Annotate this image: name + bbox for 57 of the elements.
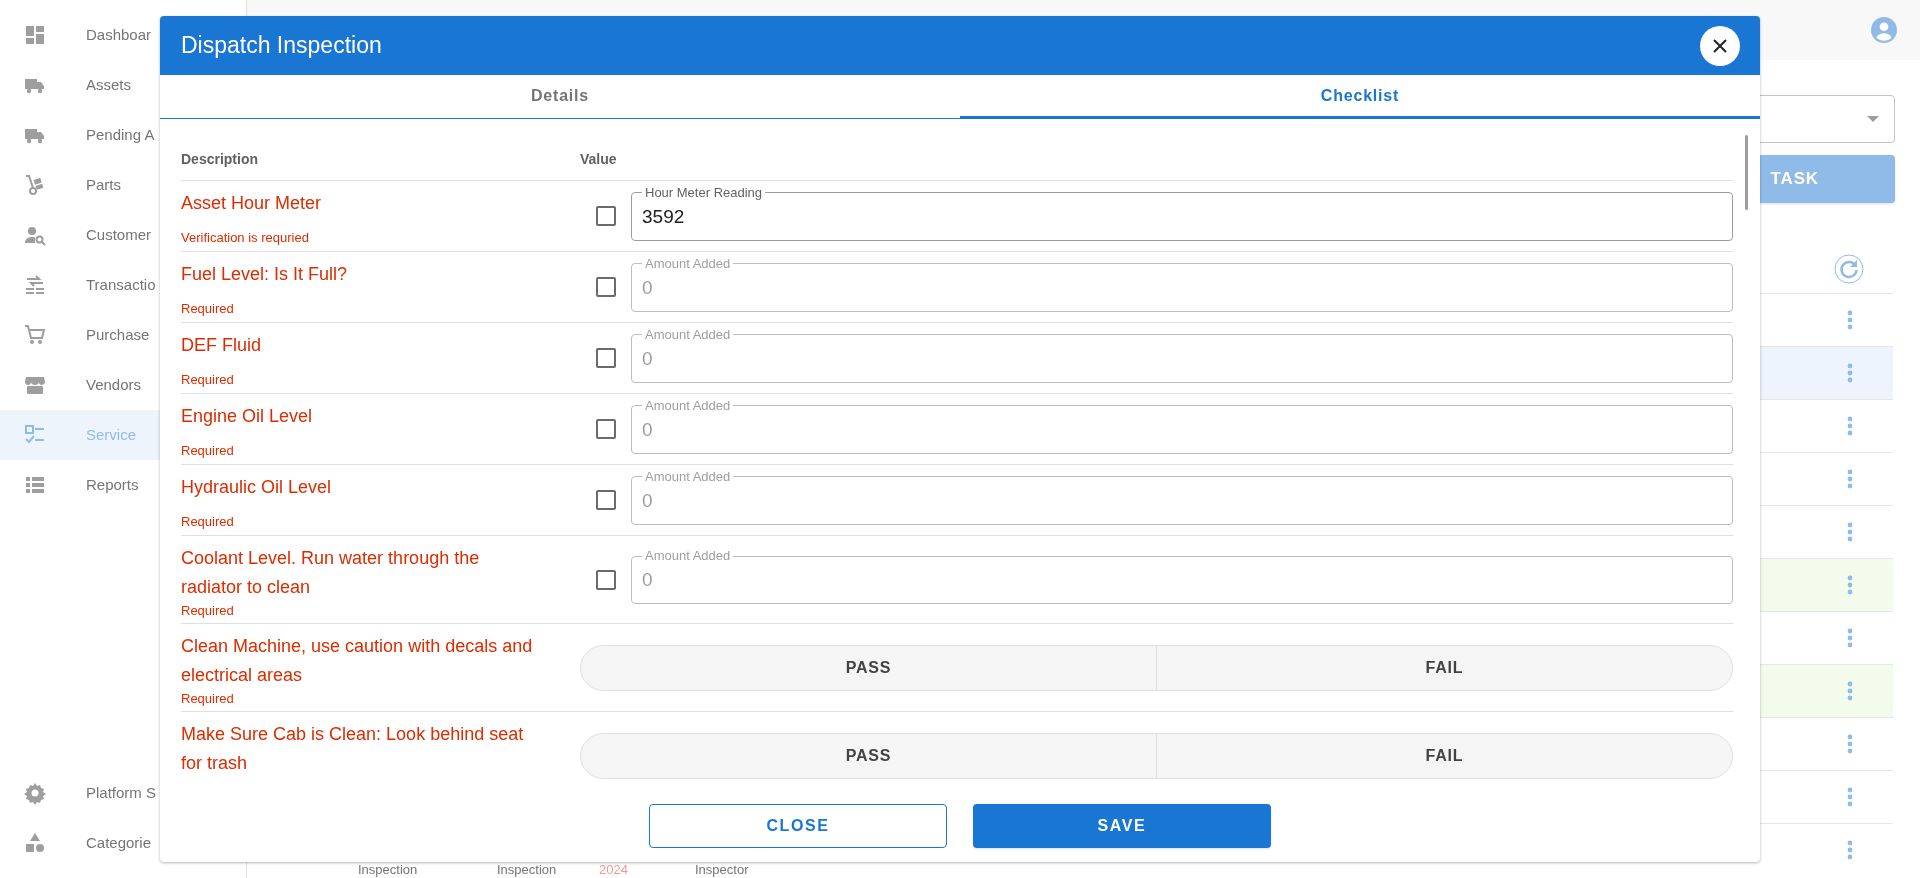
more-icon[interactable] — [1847, 416, 1853, 436]
checkbox[interactable] — [595, 277, 616, 297]
checkbox[interactable] — [595, 419, 616, 439]
table-cell: Inspection — [358, 863, 418, 877]
required-note: Required — [181, 442, 235, 460]
table-cell: Inspection — [497, 863, 557, 877]
close-button[interactable]: CLOSE — [649, 803, 947, 848]
checkbox[interactable] — [595, 348, 616, 368]
item-title: Coolant Level. Run water through the radiator to clean — [181, 547, 481, 599]
input-field[interactable]: Hour Meter Reading 3592 — [631, 185, 1733, 241]
required-note: Required — [181, 513, 235, 531]
close-button[interactable] — [1700, 25, 1740, 66]
sidebar-item[interactable]: Categorie — [0, 818, 246, 868]
item-title: Hydraulic Oil Level — [181, 476, 333, 499]
more-icon[interactable] — [1847, 628, 1853, 648]
gear-icon — [23, 781, 47, 805]
required-note: Verification is requried — [181, 229, 310, 247]
more-icon[interactable] — [1847, 363, 1853, 383]
more-icon[interactable] — [1847, 310, 1853, 330]
caret-icon — [1867, 116, 1879, 122]
shapes-icon — [23, 831, 47, 855]
more-icon[interactable] — [1847, 522, 1853, 542]
transfer-list-icon — [23, 273, 47, 297]
item-title: DEF Fluid — [181, 334, 262, 357]
required-note: Required — [181, 602, 235, 620]
scrollbar[interactable] — [1745, 135, 1748, 210]
required-note: Required — [181, 300, 235, 318]
more-icon[interactable] — [1847, 681, 1853, 701]
close-icon — [1713, 38, 1727, 53]
toggle-option[interactable]: PASS — [581, 645, 1156, 690]
item-title: Clean Machine, use caution with decals and electrical areas — [181, 635, 534, 687]
cart-icon — [23, 323, 47, 347]
more-icon[interactable] — [1847, 734, 1853, 754]
toggle-option[interactable]: FAIL — [1156, 645, 1732, 690]
more-icon[interactable] — [1847, 787, 1853, 807]
user-avatar-icon[interactable] — [1871, 17, 1897, 43]
column-header: Value — [580, 150, 617, 169]
dialog-title: Dispatch Inspection — [181, 31, 382, 61]
toggle-option[interactable]: FAIL — [1156, 733, 1732, 778]
more-icon[interactable] — [1847, 840, 1853, 860]
more-icon[interactable] — [1847, 575, 1853, 595]
table-cell: Inspector — [695, 863, 749, 877]
dashboard-icon — [23, 23, 47, 47]
checkbox[interactable] — [595, 206, 616, 226]
required-note: Required — [181, 690, 235, 708]
checkbox[interactable] — [595, 490, 616, 510]
item-title: Asset Hour Meter — [181, 192, 323, 215]
save-button[interactable]: SAVE — [973, 803, 1271, 848]
checkbox[interactable] — [595, 569, 616, 590]
column-header: Description — [181, 150, 259, 169]
more-icon[interactable] — [1847, 469, 1853, 489]
toggle-option[interactable]: PASS — [581, 733, 1156, 778]
refresh-icon[interactable] — [1834, 254, 1864, 284]
tab[interactable]: Checklist — [960, 75, 1760, 118]
required-note: Required — [181, 371, 235, 389]
table-cell: 2024 — [599, 863, 628, 877]
item-title: Fuel Level: Is It Full? — [181, 263, 349, 286]
